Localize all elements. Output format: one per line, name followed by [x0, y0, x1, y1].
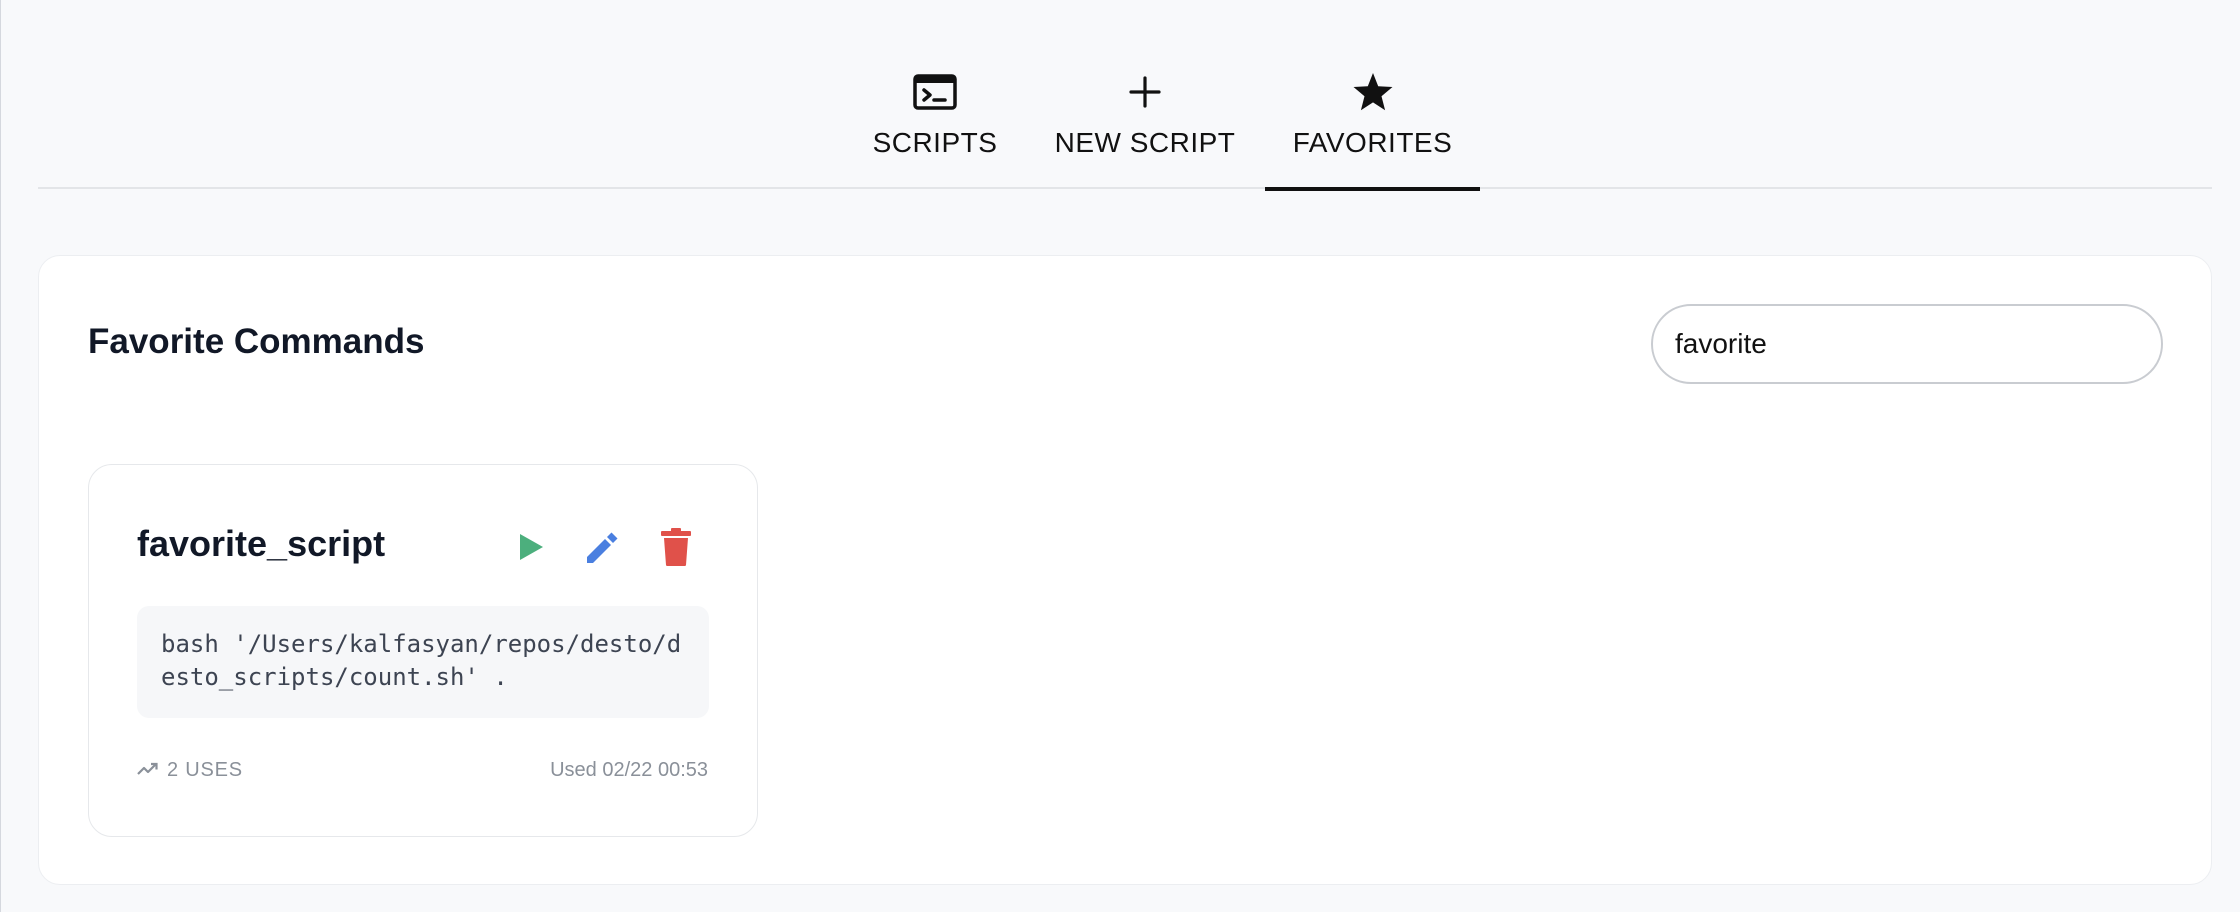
script-card: favorite_script bash '/Users/kalfasyan/r… — [88, 464, 758, 837]
terminal-icon — [913, 70, 957, 114]
last-used-timestamp: Used 02/22 00:53 — [550, 759, 708, 781]
run-button[interactable] — [507, 525, 555, 573]
tab-scripts-label: SCRIPTS — [872, 127, 998, 158]
play-icon — [517, 532, 545, 567]
plus-icon — [1128, 70, 1162, 114]
command-text: bash '/Users/kalfasyan/repos/desto/desto… — [137, 606, 709, 718]
usage-count-label: 2 USES — [167, 759, 243, 781]
tab-new-script[interactable]: NEW SCRIPT — [1038, 70, 1252, 189]
search-input[interactable] — [1651, 304, 2163, 384]
page-title: Favorite Commands — [88, 322, 425, 361]
edit-button[interactable] — [579, 525, 627, 573]
app-window: SCRIPTS NEW SCRIPT FAVORITES Favorite Co… — [0, 0, 2240, 912]
tab-favorites[interactable]: FAVORITES — [1265, 70, 1480, 191]
tab-bar: SCRIPTS NEW SCRIPT FAVORITES — [38, 0, 2212, 191]
delete-button[interactable] — [652, 525, 700, 573]
favorites-panel: Favorite Commands favorite_script — [38, 255, 2212, 885]
trash-icon — [660, 527, 692, 572]
star-icon — [1352, 70, 1394, 114]
tab-favorites-label: FAVORITES — [1292, 127, 1453, 158]
trending-up-icon — [137, 759, 159, 782]
tab-new-script-label: NEW SCRIPT — [1054, 127, 1236, 158]
script-name: favorite_script — [137, 523, 386, 564]
tab-scripts[interactable]: SCRIPTS — [835, 70, 1035, 189]
pencil-icon — [583, 527, 623, 572]
usage-count: 2 USES — [137, 759, 243, 782]
